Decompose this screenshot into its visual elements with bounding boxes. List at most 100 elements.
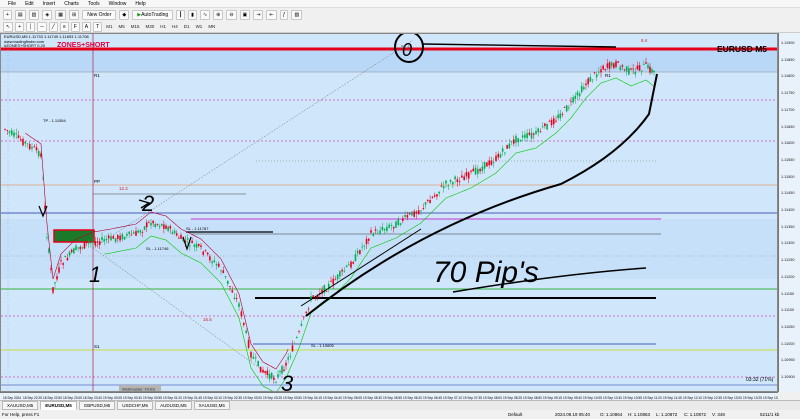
price-axis[interactable]: 1.11900 1.11850 1.11800 1.11750 1.11700 1.116… xyxy=(778,33,800,392)
candle-body xyxy=(532,133,535,135)
candle-body xyxy=(270,372,273,379)
timeframe-mn[interactable]: MN xyxy=(206,23,217,30)
candle-body xyxy=(477,168,479,174)
autotrading-label: AutoTrading xyxy=(141,11,169,18)
indicators-button[interactable]: ƒ xyxy=(279,9,289,20)
candle-body xyxy=(60,260,62,262)
candle-body xyxy=(625,66,628,72)
candle-body xyxy=(154,224,157,227)
chart-shift-button[interactable]: ⇤ xyxy=(266,9,277,20)
indicators-icon: ƒ xyxy=(282,11,286,18)
line-chart-button[interactable]: ∿ xyxy=(199,9,211,20)
candle-body xyxy=(580,85,583,93)
candle-body xyxy=(397,218,400,225)
trendline-button[interactable]: ╱ xyxy=(48,21,58,32)
candle-body xyxy=(548,120,551,122)
zoom-out-icon: ⊖ xyxy=(229,11,234,18)
timeframe-m15[interactable]: M15 xyxy=(129,23,142,30)
menu-window[interactable]: Window xyxy=(109,1,127,7)
profiles-button[interactable]: ▤ xyxy=(14,9,26,20)
autoscroll-button[interactable]: ⇥ xyxy=(253,9,264,20)
candle-body xyxy=(363,245,366,247)
templates-button[interactable]: ▧ xyxy=(291,9,303,20)
candle-body xyxy=(81,247,84,249)
cursor-button[interactable]: ↖ xyxy=(3,21,14,32)
candle-body xyxy=(343,270,346,272)
market-watch-button[interactable]: ▥ xyxy=(28,9,40,20)
candle-body xyxy=(486,162,488,167)
autotrading-button[interactable]: ▶ AutoTrading xyxy=(132,9,174,20)
timeframe-m30[interactable]: M30 xyxy=(144,23,157,30)
tab-xauusd[interactable]: XAUUSD,M5 xyxy=(2,401,39,410)
timeframe-d1[interactable]: D1 xyxy=(182,23,192,30)
chart-area[interactable]: 0 1 2 3 70 Pip's R1 R1 PP S1 55.4 12.2 1… xyxy=(0,33,778,392)
timeframe-h1[interactable]: H1 xyxy=(158,23,168,30)
candle-body xyxy=(152,220,154,224)
candle-body xyxy=(247,340,250,348)
candle-body xyxy=(530,132,533,139)
label-button[interactable]: T xyxy=(93,21,103,32)
tester-button[interactable]: ⊞ xyxy=(68,9,80,20)
menu-help[interactable]: Help xyxy=(135,1,145,7)
new-order-button[interactable]: New Order xyxy=(82,9,117,20)
fibo-button[interactable]: F xyxy=(70,21,80,32)
candle-body xyxy=(334,279,337,281)
tile-button[interactable]: ▣ xyxy=(239,9,251,20)
label-icon: T xyxy=(96,23,100,30)
candle-body xyxy=(332,278,335,285)
candle-body xyxy=(350,261,352,268)
tab-xauusd-2[interactable]: XAUUSD,M5 xyxy=(193,401,230,410)
zoom-in-button[interactable]: ⊕ xyxy=(213,9,224,20)
timeframe-m5[interactable]: M5 xyxy=(116,23,126,30)
candle-body xyxy=(521,135,524,138)
candle-body xyxy=(440,185,443,187)
tab-gbpusd[interactable]: GBPUSD,M5 xyxy=(78,401,116,410)
bar-chart-button[interactable]: ┃ xyxy=(176,9,186,20)
candle-body xyxy=(438,191,440,194)
new-chart-button[interactable]: + xyxy=(3,9,12,20)
menu-edit[interactable]: Edit xyxy=(25,1,34,7)
candle-body xyxy=(94,241,97,246)
candle-body xyxy=(128,231,130,235)
crosshair-button[interactable]: + xyxy=(15,21,25,32)
candle-body xyxy=(456,179,459,183)
candle-body xyxy=(259,366,262,373)
candle-chart-button[interactable]: ▮ xyxy=(188,9,197,20)
terminal-button[interactable]: ▦ xyxy=(55,9,66,20)
candle-body xyxy=(645,62,647,64)
tab-audusd[interactable]: AUDUSD,M5 xyxy=(155,401,192,410)
channel-button[interactable]: ≡ xyxy=(59,21,69,32)
entry-zone-box[interactable] xyxy=(53,229,95,243)
line-chart-icon: ∿ xyxy=(202,11,208,18)
candle-body xyxy=(557,114,559,119)
vline-button[interactable]: │ xyxy=(26,21,36,32)
metaeditor-button[interactable]: ◆ xyxy=(119,9,130,20)
timeframe-w1[interactable]: W1 xyxy=(194,23,205,30)
candle-body xyxy=(563,107,566,108)
zoom-out-button[interactable]: ⊖ xyxy=(226,9,237,20)
menu-charts[interactable]: Charts xyxy=(64,1,79,7)
tab-usdchf[interactable]: USDCHF,M5 xyxy=(117,401,154,410)
menu-insert[interactable]: Insert xyxy=(43,1,56,7)
time-axis[interactable]: 18 Sep 2024 18 Sep 22:25 18 Sep 22:50 18 Se… xyxy=(0,392,782,400)
candle-body xyxy=(287,357,289,360)
status-open: O: 1.10864 xyxy=(600,412,623,417)
candle-body xyxy=(289,355,292,357)
navigator-button[interactable]: ◈ xyxy=(42,9,53,20)
text-button[interactable]: A xyxy=(81,21,92,32)
status-bar: For Help, press F1 Default 2024.09.19 05… xyxy=(0,410,800,419)
candle-body xyxy=(252,356,255,359)
candle-body xyxy=(356,250,359,254)
menu-file[interactable]: File xyxy=(8,1,16,7)
tab-eurusd[interactable]: EURUSD,M5 xyxy=(40,401,77,410)
candle-body xyxy=(85,242,88,244)
timeframe-m1[interactable]: M1 xyxy=(104,23,114,30)
menu-tools[interactable]: Tools xyxy=(88,1,100,7)
candle-body xyxy=(585,83,587,86)
candle-body xyxy=(402,218,404,221)
hline-button[interactable]: ─ xyxy=(37,21,47,32)
candle-body xyxy=(58,267,60,273)
s1-label: S1 xyxy=(94,344,100,349)
candle-body xyxy=(330,280,332,282)
timeframe-h4[interactable]: H4 xyxy=(170,23,180,30)
